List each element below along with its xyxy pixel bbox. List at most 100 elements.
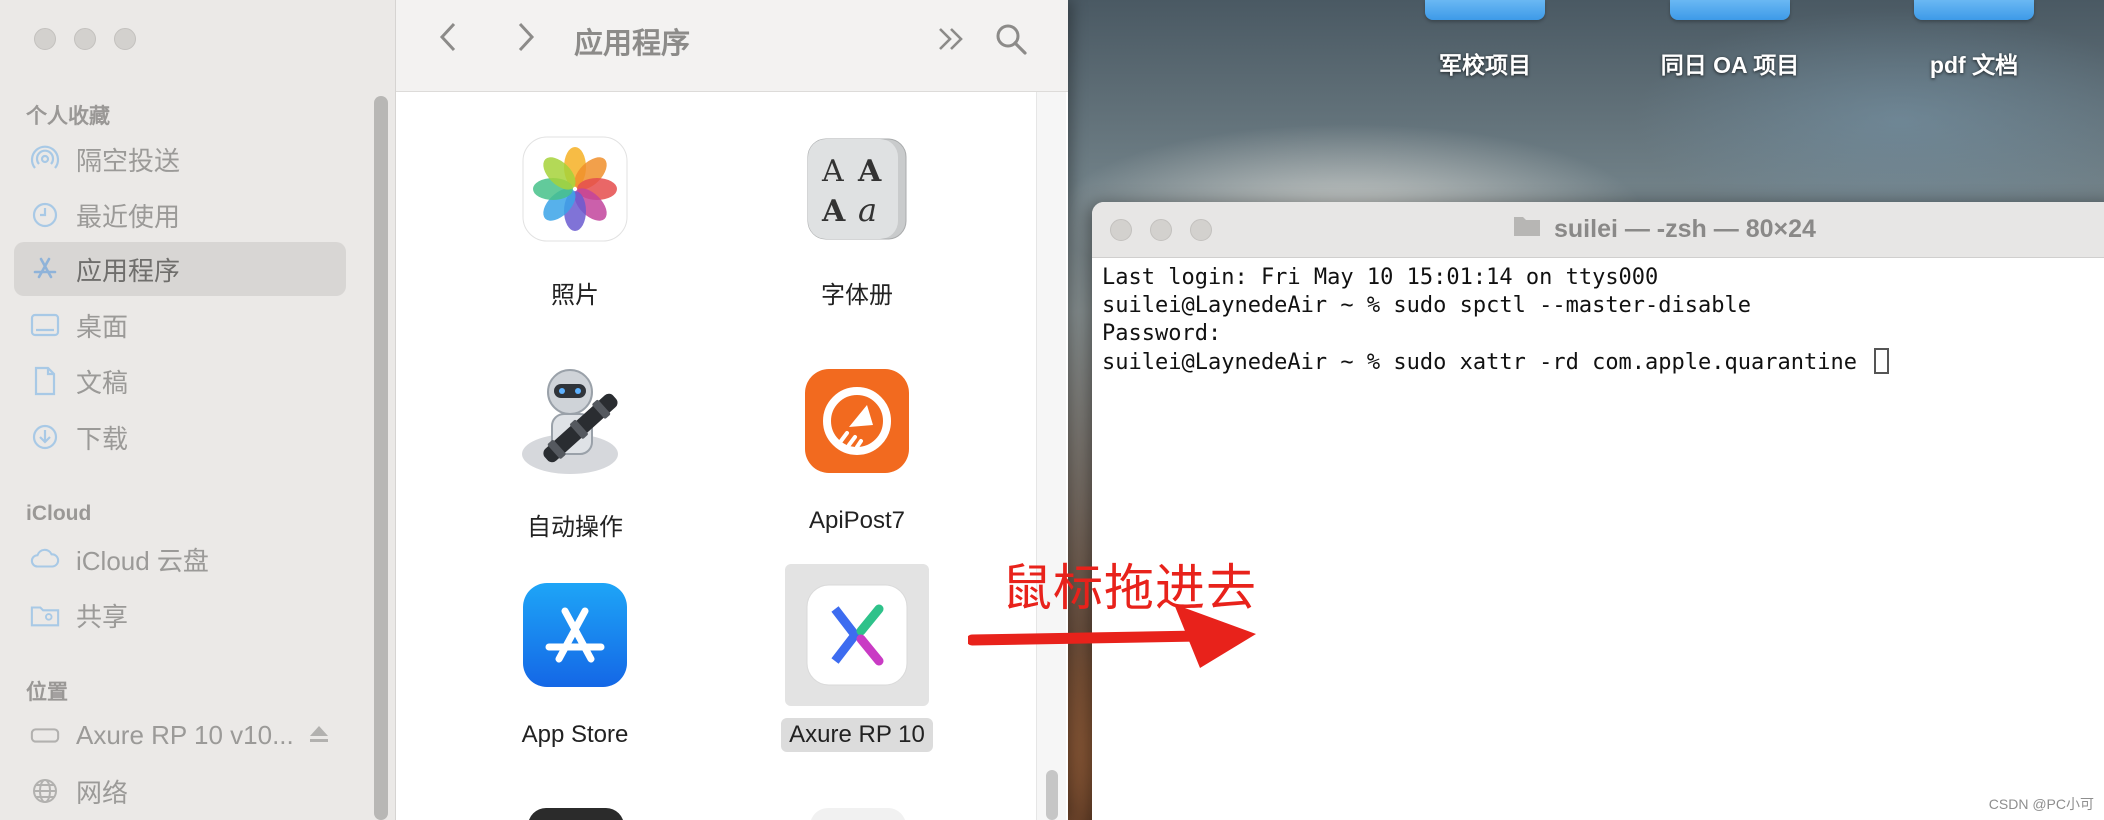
terminal-window[interactable]: suilei — -zsh — 80×24 Last login: Fri Ma…: [1092, 202, 2104, 820]
finder-window: 个人收藏 隔空投送 最近使用 应用程序 桌面 文稿 下载 iCloud iClo…: [0, 0, 1068, 820]
search-icon: [996, 24, 1027, 55]
chevron-right-icon: [518, 22, 535, 52]
folder-icon: [1914, 0, 2034, 20]
sidebar-section-favorites: 个人收藏: [26, 105, 110, 128]
sidebar-item-label: Axure RP 10 v10...: [76, 719, 294, 750]
app-label: 自动操作: [527, 514, 623, 541]
terminal-title: suilei — -zsh — 80×24: [1512, 214, 1816, 245]
sidebar-item-shared[interactable]: 共享: [14, 588, 346, 642]
sidebar-item-label: 网络: [76, 777, 129, 808]
app-automator[interactable]: 自动操作: [475, 350, 675, 545]
sidebar-item-documents[interactable]: 文稿: [14, 354, 346, 408]
search-button[interactable]: [994, 22, 1028, 65]
desktop-folder-oa[interactable]: 同日 OA 项目: [1620, 0, 1840, 80]
finder-content: 照片 A A A a 字体册 自动操作 ApiPost7 App Store A…: [396, 92, 1068, 820]
folder-icon: [1670, 0, 1790, 20]
back-button[interactable]: [438, 20, 460, 63]
watermark: CSDN @PC小可: [1988, 796, 2094, 812]
app-store-icon: [503, 564, 647, 706]
sidebar-item-label: iCloud 云盘: [76, 545, 209, 576]
desktop-folder-label: pdf 文档: [1929, 52, 2019, 78]
sidebar-item-label: 隔空投送: [76, 145, 181, 176]
terminal-line: Last login: Fri May 10 15:01:14 on ttys0…: [1102, 265, 1659, 290]
app-label: 字体册: [821, 282, 893, 309]
app-photos[interactable]: 照片: [475, 118, 675, 313]
svg-text:A: A: [821, 194, 846, 229]
svg-text:A: A: [857, 154, 882, 189]
svg-text:a: a: [858, 191, 877, 229]
sidebar-scrollbar[interactable]: [374, 96, 388, 820]
terminal-command-text: suilei@LaynedeAir ~ % sudo xattr -rd com…: [1102, 350, 1871, 375]
finder-sidebar: 个人收藏 隔空投送 最近使用 应用程序 桌面 文稿 下载 iCloud iClo…: [0, 0, 396, 820]
sidebar-item-icloud-drive[interactable]: iCloud 云盘: [14, 532, 346, 586]
airdrop-icon: [30, 144, 60, 174]
globe-icon: [30, 776, 60, 806]
desktop-folder-pdf[interactable]: pdf 文档: [1864, 0, 2084, 80]
sidebar-item-applications[interactable]: 应用程序: [14, 242, 346, 296]
app-label: App Store: [521, 721, 629, 748]
chevron-left-icon: [439, 22, 456, 52]
app-axure-rp-10[interactable]: Axure RP 10: [757, 564, 957, 752]
applications-icon: [30, 254, 60, 284]
close-button[interactable]: [1110, 219, 1132, 241]
terminal-title-text: suilei — -zsh — 80×24: [1554, 215, 1816, 243]
desktop-folder-label: 同日 OA 项目: [1660, 52, 1800, 78]
terminal-line: suilei@LaynedeAir ~ % sudo spctl --maste…: [1102, 293, 1752, 318]
app-label: ApiPost7: [808, 507, 906, 534]
minimize-button[interactable]: [1150, 219, 1172, 241]
close-button[interactable]: [34, 28, 56, 50]
eject-icon[interactable]: [308, 720, 330, 751]
window-controls: [1110, 219, 1212, 241]
shared-folder-icon: [30, 600, 60, 630]
annotation-arrow-icon: [968, 604, 1256, 668]
apipost-icon: [785, 350, 929, 492]
app-app-store[interactable]: App Store: [475, 564, 675, 752]
desktop-folder-label: 军校项目: [1439, 52, 1531, 78]
cloud-icon: [30, 544, 60, 574]
folder-icon: [1512, 214, 1542, 245]
sidebar-item-network[interactable]: 网络: [14, 764, 346, 818]
sidebar-item-label: 文稿: [76, 367, 129, 398]
app-apipost7[interactable]: ApiPost7: [757, 350, 957, 538]
app-font-book[interactable]: A A A a 字体册: [757, 118, 957, 313]
zoom-button[interactable]: [114, 28, 136, 50]
partial-app-icon: [528, 808, 624, 820]
desktop-folder-junxiao[interactable]: 军校项目: [1375, 0, 1595, 80]
photos-icon: [503, 118, 647, 260]
terminal-cursor: [1874, 348, 1890, 374]
download-icon: [30, 422, 60, 452]
app-label: 照片: [551, 282, 599, 309]
automator-icon: [503, 350, 647, 492]
sidebar-item-downloads[interactable]: 下载: [14, 410, 346, 464]
zoom-button[interactable]: [1190, 219, 1212, 241]
sidebar-item-label: 桌面: [76, 311, 129, 342]
terminal-line: suilei@LaynedeAir ~ % sudo xattr -rd com…: [1102, 348, 2104, 377]
document-icon: [30, 366, 60, 396]
sidebar-item-airdrop[interactable]: 隔空投送: [14, 132, 346, 186]
sidebar-section-icloud: iCloud: [26, 502, 92, 525]
desktop-icon: [30, 310, 60, 340]
minimize-button[interactable]: [74, 28, 96, 50]
disk-icon: [30, 720, 60, 750]
font-book-icon: A A A a: [785, 118, 929, 260]
content-scrollbar[interactable]: [1036, 92, 1066, 820]
terminal-line: Password:: [1102, 321, 1222, 346]
toolbar-more-button[interactable]: [936, 24, 966, 63]
window-title: 应用程序: [574, 28, 691, 60]
double-chevron-right-icon: [939, 28, 963, 50]
svg-text:A: A: [821, 154, 844, 189]
axure-icon: [785, 564, 929, 706]
scrollbar-thumb[interactable]: [1046, 770, 1058, 820]
window-controls: [34, 28, 136, 50]
terminal-output[interactable]: Last login: Fri May 10 15:01:14 on ttys0…: [1092, 258, 2104, 383]
forward-button[interactable]: [514, 20, 536, 63]
terminal-titlebar: suilei — -zsh — 80×24: [1092, 202, 2104, 258]
sidebar-item-label: 共享: [76, 601, 129, 632]
sidebar-item-recents[interactable]: 最近使用: [14, 188, 346, 242]
sidebar-item-label: 应用程序: [76, 255, 181, 286]
sidebar-section-locations: 位置: [26, 681, 68, 704]
sidebar-item-axure-volume[interactable]: Axure RP 10 v10...: [14, 708, 346, 762]
sidebar-item-desktop[interactable]: 桌面: [14, 298, 346, 352]
partial-app-icon: [810, 808, 906, 820]
sidebar-item-label: 下载: [76, 423, 129, 454]
